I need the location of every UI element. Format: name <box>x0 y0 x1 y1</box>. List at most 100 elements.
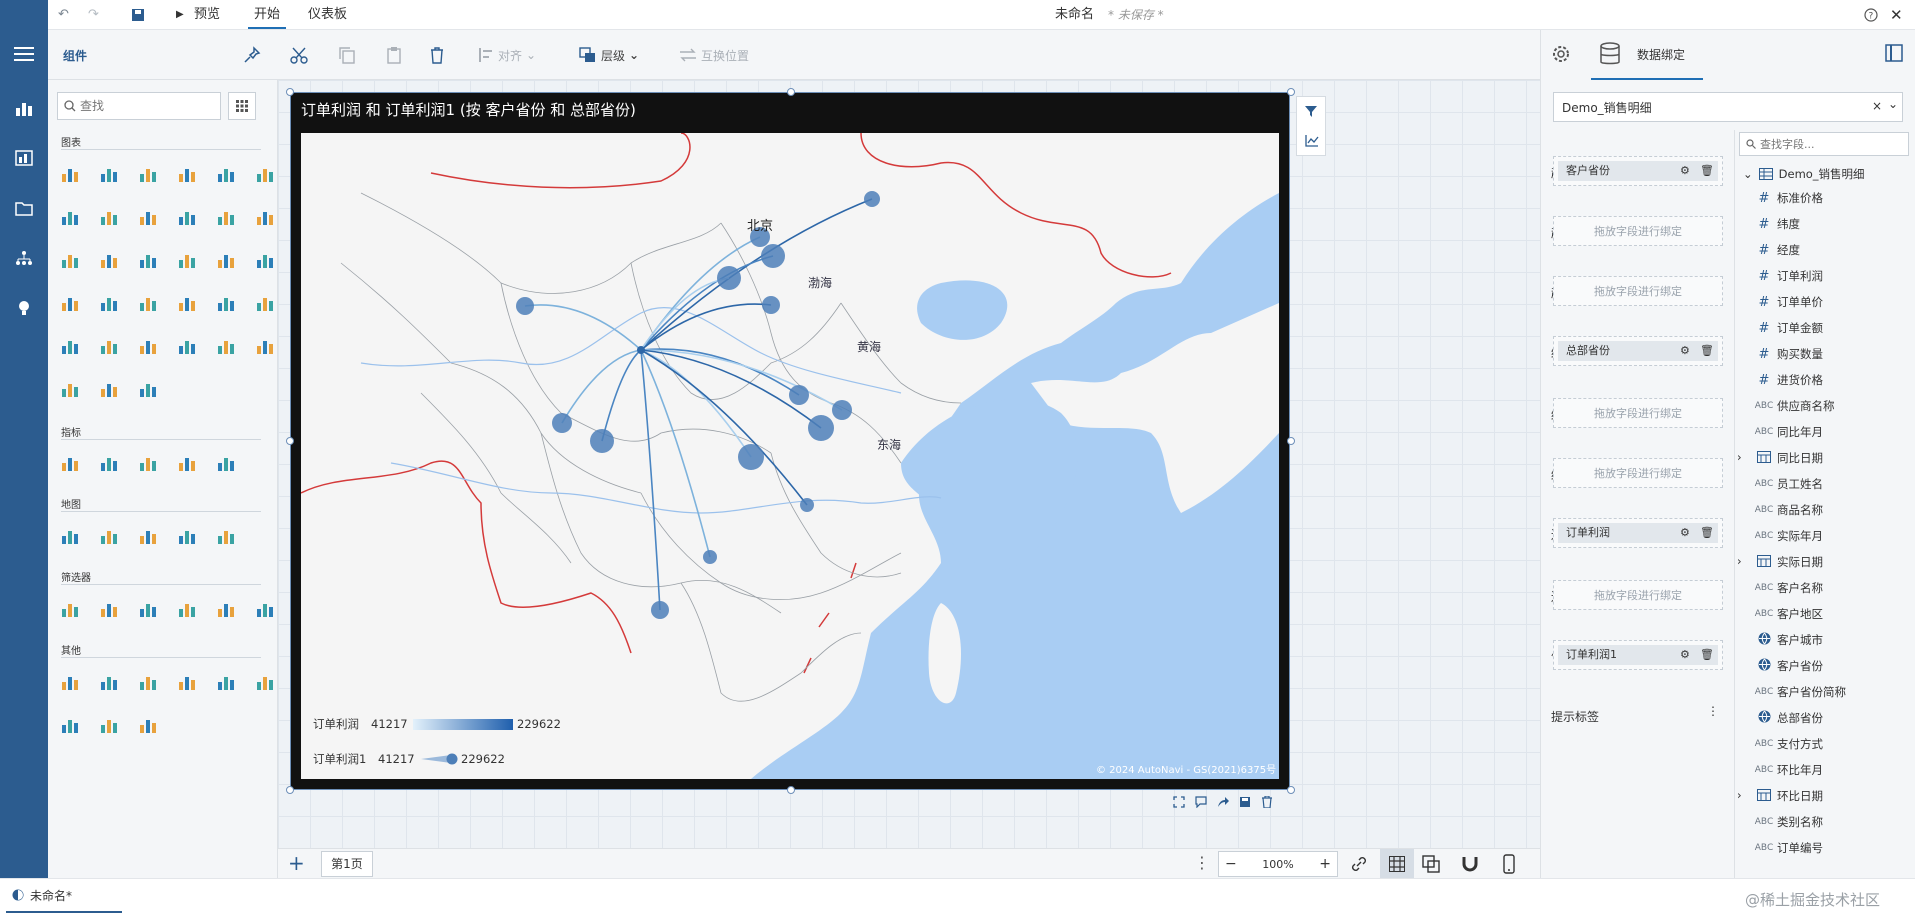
swap-position-button[interactable]: 互换位置 <box>679 44 749 66</box>
field-item[interactable]: › 同比日期 <box>1737 445 1823 471</box>
component-icon[interactable] <box>216 672 236 692</box>
component-icon[interactable] <box>255 599 275 619</box>
component-icon[interactable] <box>138 453 158 473</box>
tab-dashboard[interactable]: 仪表板 <box>308 0 347 30</box>
component-icon[interactable] <box>138 526 158 546</box>
folder-nav-icon[interactable] <box>12 196 36 220</box>
field-item[interactable]: ABC 类别名称 <box>1751 809 1823 835</box>
component-icon[interactable] <box>99 715 119 735</box>
bubble[interactable] <box>590 429 614 453</box>
more-vertical-icon[interactable]: ⋮ <box>1194 853 1210 872</box>
trash-icon[interactable]: 🗑 <box>1700 523 1714 543</box>
bubble[interactable] <box>761 244 785 268</box>
component-icon[interactable] <box>216 526 236 546</box>
dataset-select[interactable]: Demo_销售明细 × ⌄ <box>1553 92 1903 122</box>
add-page-icon[interactable]: + <box>288 851 305 875</box>
component-icon[interactable] <box>216 250 236 270</box>
tab-data-binding[interactable]: 数据绑定 <box>1637 46 1685 63</box>
component-icon[interactable] <box>177 336 197 356</box>
binding-slot-filled[interactable]: 订单利润 ⚙ 🗑 <box>1553 518 1723 548</box>
dataset-tree-root[interactable]: ⌄ Demo_销售明细 <box>1743 166 1865 182</box>
component-icon[interactable] <box>99 164 119 184</box>
clear-icon[interactable]: × <box>1872 99 1882 113</box>
zoom-out-icon[interactable]: − <box>1225 856 1237 872</box>
component-icon[interactable] <box>60 453 80 473</box>
collapse-panel-icon[interactable] <box>1885 44 1903 65</box>
trash-icon[interactable]: 🗑 <box>1700 161 1714 181</box>
redo-icon[interactable]: ↷ <box>88 0 99 30</box>
field-item[interactable]: # 经度 <box>1751 237 1800 263</box>
export-icon[interactable] <box>1239 796 1251 811</box>
settings-gear-icon[interactable] <box>1549 42 1573 69</box>
gear-icon[interactable]: ⚙ <box>1680 645 1690 665</box>
save-icon[interactable] <box>132 0 144 30</box>
field-item[interactable]: ABC 客户地区 <box>1751 601 1823 627</box>
binding-drop-zone[interactable]: 拖放字段进行绑定 <box>1553 216 1723 246</box>
component-icon[interactable] <box>99 599 119 619</box>
bubble[interactable] <box>864 191 880 207</box>
grid-toggle[interactable] <box>1380 849 1414 879</box>
component-icon[interactable] <box>60 715 80 735</box>
component-icon[interactable] <box>177 526 197 546</box>
component-icon[interactable] <box>60 250 80 270</box>
component-icon[interactable] <box>60 526 80 546</box>
component-icon[interactable] <box>99 207 119 227</box>
align-button[interactable]: 对齐 ⌄ <box>478 44 536 66</box>
resize-handle[interactable] <box>286 437 294 445</box>
field-item[interactable]: ABC 客户名称 <box>1751 575 1823 601</box>
component-icon[interactable] <box>138 715 158 735</box>
component-icon[interactable] <box>177 453 197 473</box>
close-icon[interactable]: ✕ <box>1890 0 1903 30</box>
field-search-input[interactable] <box>1760 137 1900 151</box>
component-icon[interactable] <box>60 293 80 313</box>
component-icon[interactable] <box>255 672 275 692</box>
trash-icon[interactable]: 🗑 <box>1700 341 1714 361</box>
field-item[interactable]: 客户省份 <box>1751 653 1823 679</box>
component-icon[interactable] <box>177 164 197 184</box>
resize-handle[interactable] <box>286 786 294 794</box>
component-icon[interactable] <box>255 336 275 356</box>
field-item[interactable]: › 实际日期 <box>1737 549 1823 575</box>
binding-slot-filled[interactable]: 客户省份 ⚙ 🗑 <box>1553 156 1723 186</box>
field-item[interactable]: ABC 环比年月 <box>1751 757 1823 783</box>
design-canvas[interactable]: 订单利润 和 订单利润1 (按 客户省份 和 总部省份) 北京 渤海 黄海 东海… <box>278 80 1540 848</box>
component-icon[interactable] <box>138 293 158 313</box>
delete-widget-icon[interactable] <box>1261 795 1273 811</box>
component-search-input[interactable] <box>80 99 210 113</box>
field-item[interactable]: 客户城市 <box>1751 627 1823 653</box>
resize-handle[interactable] <box>1287 786 1295 794</box>
binding-slot-filled[interactable]: 订单利润1 ⚙ 🗑 <box>1553 640 1723 670</box>
chevron-right-icon[interactable]: › <box>1737 788 1742 802</box>
component-icon[interactable] <box>138 336 158 356</box>
bubble[interactable] <box>832 400 852 420</box>
pin-icon[interactable] <box>243 44 261 66</box>
component-icon[interactable] <box>138 672 158 692</box>
preview-button[interactable]: 预览 <box>194 0 220 30</box>
field-search-box[interactable] <box>1739 132 1909 156</box>
undo-icon[interactable]: ↶ <box>58 0 69 30</box>
field-item[interactable]: ABC 实际年月 <box>1751 523 1823 549</box>
field-item[interactable]: # 订单单价 <box>1751 289 1823 315</box>
bubble[interactable] <box>703 550 717 564</box>
flow-map-widget[interactable]: 订单利润 和 订单利润1 (按 客户省份 和 总部省份) 北京 渤海 黄海 东海… <box>290 92 1290 790</box>
component-icon[interactable] <box>216 293 236 313</box>
field-item[interactable]: ABC 订单编号 <box>1751 835 1823 861</box>
gear-icon[interactable]: ⚙ <box>1680 161 1690 181</box>
component-icon[interactable] <box>99 526 119 546</box>
cut-icon[interactable] <box>290 44 308 66</box>
component-icon[interactable] <box>138 207 158 227</box>
bubble[interactable] <box>808 415 834 441</box>
component-icon[interactable] <box>138 250 158 270</box>
comment-icon[interactable] <box>1195 796 1207 811</box>
component-search-box[interactable] <box>57 92 221 120</box>
field-item[interactable]: ABC 商品名称 <box>1751 497 1823 523</box>
trash-icon[interactable]: 🗑 <box>1700 645 1714 665</box>
component-icon[interactable] <box>255 207 275 227</box>
bubble[interactable] <box>516 297 534 315</box>
help-icon[interactable]: ? <box>1864 0 1878 30</box>
more-vertical-icon[interactable]: ⋮ <box>1707 704 1719 718</box>
bubble[interactable] <box>738 444 764 470</box>
field-item[interactable]: # 标准价格 <box>1751 185 1823 211</box>
tab-start[interactable]: 开始 <box>254 0 280 30</box>
hamburger-menu-icon[interactable] <box>12 42 36 66</box>
